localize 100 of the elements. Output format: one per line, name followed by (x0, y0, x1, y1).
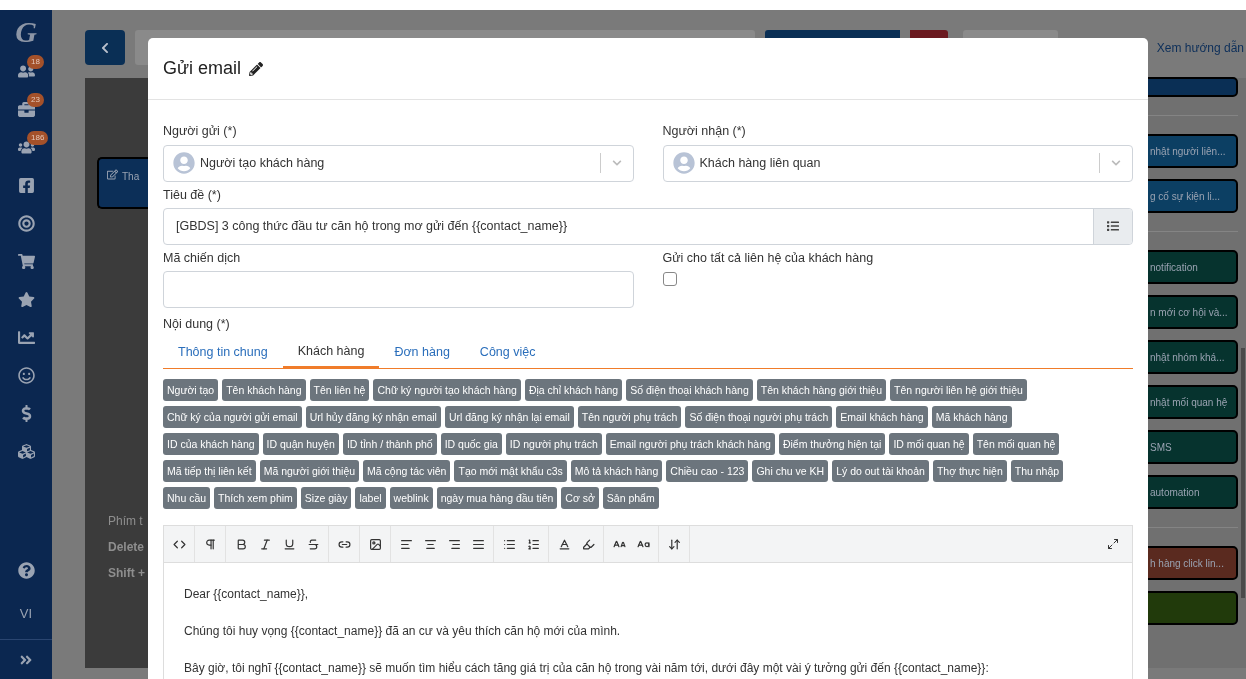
recipient-select[interactable]: Khách hàng liên quan (662, 144, 1133, 182)
card-title: nhật nhóm khá... (1150, 350, 1225, 365)
field-label: Mã chiến dịch (163, 249, 242, 267)
field-label: Tiêu đề (*) (163, 186, 222, 204)
variable-tag[interactable]: Tên người phụ trách (577, 406, 682, 428)
facebook-icon[interactable] (17, 176, 35, 194)
variable-tag[interactable]: Tên khách hàng (222, 379, 306, 401)
tab[interactable]: Thông tin chung (163, 337, 283, 368)
variable-tag[interactable]: Số điện thoại khách hàng (626, 379, 753, 401)
language-code[interactable]: VI (19, 604, 33, 624)
chart-icon[interactable] (17, 328, 35, 346)
back-button[interactable] (85, 30, 125, 65)
variable-tag[interactable]: Thích xem phim (214, 487, 297, 509)
shortcut-text: Delete (108, 539, 145, 556)
count-badge: 18 (27, 55, 44, 69)
body-paragraph: Bây giờ, tôi nghĩ {{contact_name}} sẽ muốn tìm hiểu cách tăng giá trị của căn hộ trong vài năm tới, dưới đây một vài ý tưởng gửi đến {{contact_name}}: (184, 660, 990, 677)
variable-tag[interactable]: Mã cộng tác viên (363, 460, 451, 482)
variable-tag[interactable]: ID quận huyện (262, 433, 339, 455)
tab[interactable]: Đơn hàng (379, 337, 465, 368)
tab[interactable]: Công việc (464, 337, 551, 368)
variable-tag[interactable]: Nhu cầu (163, 487, 211, 509)
variable-tag[interactable]: Chữ ký của người gửi email (163, 406, 302, 428)
count-badge: 23 (27, 93, 44, 107)
edit-icon (107, 169, 118, 180)
card-title: notification (1150, 260, 1198, 275)
select-value: Người tạo khách hàng (200, 154, 326, 172)
briefcase-icon[interactable] (17, 100, 35, 118)
variable-tag[interactable]: weblink (389, 487, 433, 509)
variable-tag[interactable]: Mã tiếp thị liên kết (163, 460, 256, 482)
checkbox-label: Gửi cho tất cả liên hệ của khách hàng (662, 249, 875, 267)
field-label: Người nhận (*) (662, 123, 747, 140)
cubes-icon[interactable] (17, 442, 35, 460)
campaign-field[interactable] (163, 271, 634, 309)
smile-icon[interactable] (17, 366, 35, 384)
pencil-icon[interactable] (249, 61, 264, 76)
variable-tag[interactable]: Địa chỉ khách hàng (524, 379, 623, 401)
tab[interactable]: Khách hàng (282, 337, 380, 368)
variable-tag[interactable]: Email người phụ trách khách hàng (605, 433, 775, 455)
variable-tag[interactable]: ID tỉnh / thành phố (342, 433, 437, 455)
variable-tag[interactable]: Size giày (300, 487, 352, 509)
variable-tag[interactable]: label (355, 487, 386, 509)
card-title: SMS (1150, 440, 1172, 455)
shortcut-text: Shift + (108, 565, 145, 582)
select-value: Khách hàng liên quan (699, 154, 822, 172)
variable-tag[interactable]: Người tạo (163, 379, 219, 401)
cart-icon[interactable] (17, 252, 35, 270)
variable-tag[interactable]: Lý do out tài khoản (832, 460, 929, 482)
card-title: nhật người liên... (1150, 144, 1226, 159)
shortcut-text: Phím t (108, 513, 143, 530)
card-title: nhật mối quan hệ (1150, 395, 1228, 410)
variable-tag[interactable]: Tên người liên hệ giới thiệu (890, 379, 1027, 401)
variable-tag[interactable]: Tên khách hàng giới thiệu (756, 379, 887, 401)
back-icon (99, 41, 111, 54)
list-icon (1107, 220, 1119, 232)
help-icon[interactable] (17, 561, 35, 579)
card-title: h hàng click lin... (1150, 556, 1224, 571)
avatar-icon (672, 152, 695, 175)
card-title: n mới cơ hội và... (1150, 305, 1228, 320)
card-title: automation (1150, 485, 1200, 500)
variable-tag[interactable]: ngày mua hàng đầu tiên (436, 487, 558, 509)
variable-tag[interactable]: ID quốc gia (440, 433, 502, 455)
subject-field[interactable]: [GBDS] 3 công thức đầu tư căn hộ trong mơ gửi đến {{contact_name}} (163, 207, 1133, 245)
variable-tag[interactable]: Tên mối quan hệ (972, 433, 1060, 455)
variable-tag[interactable]: Thu nhập (1010, 460, 1064, 482)
avatar-icon (173, 152, 195, 175)
variable-tag[interactable]: Mã người giới thiệu (259, 460, 360, 482)
star-icon[interactable] (17, 290, 35, 308)
variable-tag[interactable]: Cơ sở (561, 487, 599, 509)
guide-link[interactable]: Xem hướng dẫn (1156, 38, 1246, 57)
variable-tag[interactable]: Số điện thoại người phụ trách (685, 406, 833, 428)
target-icon[interactable] (17, 214, 35, 232)
variable-tag[interactable]: ID mối quan hệ (889, 433, 969, 455)
logo[interactable]: G (0, 10, 52, 52)
variable-tag[interactable]: ID của khách hàng (163, 433, 259, 455)
count-badge: 186 (27, 131, 49, 145)
subject-value: [GBDS] 3 công thức đầu tư căn hộ trong mơ gửi đến {{contact_name}} (175, 217, 569, 235)
variable-tag[interactable]: Mã khách hàng (931, 406, 1012, 428)
dialog-title: Gửi email (163, 57, 242, 80)
variable-tag[interactable]: Url đăng ký nhận lại email (444, 406, 574, 428)
variable-tag[interactable]: Chiều cao - 123 (666, 460, 749, 482)
checkbox[interactable] (662, 272, 677, 287)
body-paragraph: Dear {{contact_name}}, (184, 586, 310, 603)
variable-tag[interactable]: Url hủy đăng ký nhận email (305, 406, 441, 428)
variables-button[interactable] (1093, 208, 1132, 244)
sender-select[interactable]: Người tạo khách hàng (163, 144, 634, 182)
variable-tag[interactable]: ID người phụ trách (505, 433, 602, 455)
workflow-card[interactable]: Tha (97, 157, 148, 209)
variable-tag[interactable]: Tạo mới mật khẩu c3s (454, 460, 567, 482)
variable-tag[interactable]: Tên liên hệ (309, 379, 370, 401)
variable-tag[interactable]: Email khách hàng (836, 406, 928, 428)
card-title: g cố sự kiện li... (1150, 189, 1221, 204)
body-paragraph: Chúng tôi huy vọng {{contact_name}} đã an cư và yêu thích căn hộ mới của mình. (184, 623, 622, 640)
variable-tag[interactable]: Chữ ký người tạo khách hàng (373, 379, 521, 401)
variable-tag[interactable]: Mô tả khách hàng (570, 460, 663, 482)
variable-tag[interactable]: Sản phẩm (602, 487, 659, 509)
variable-tag[interactable]: Thợ thực hiện (932, 460, 1007, 482)
field-label: Nội dung (*) (163, 316, 231, 334)
variable-tag[interactable]: Điểm thưởng hiện tại (778, 433, 886, 455)
card-title: Tha (122, 170, 140, 184)
variable-tag[interactable]: Ghi chu ve KH (752, 460, 829, 482)
